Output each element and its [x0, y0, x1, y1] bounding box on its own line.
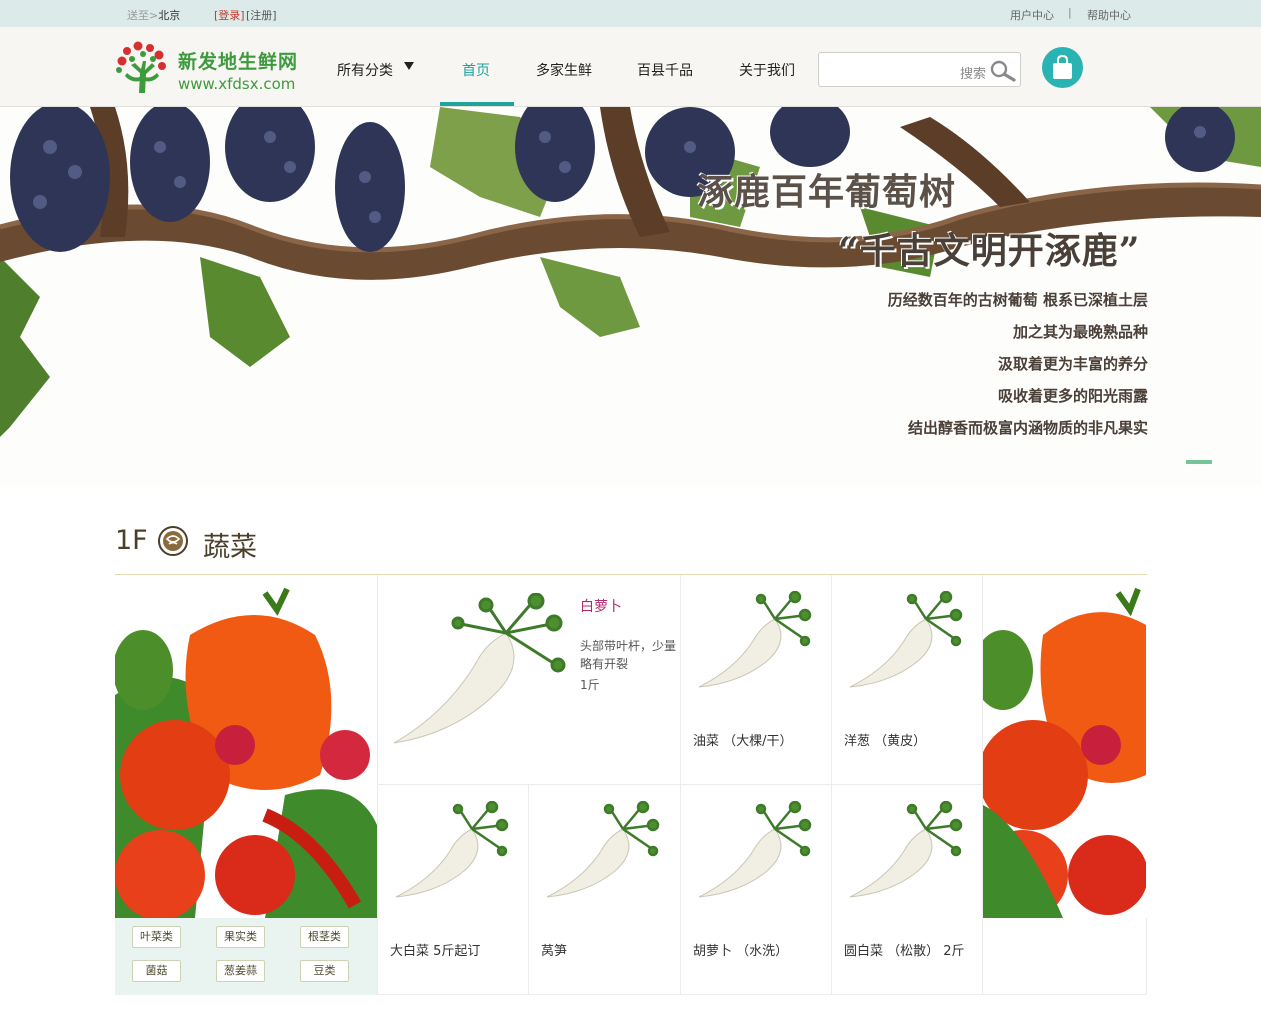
product-name[interactable]: 大白菜 5斤起订 — [390, 940, 480, 959]
slide-indicator[interactable] — [1186, 460, 1212, 464]
product-card[interactable]: 油菜 （大棵/干） — [681, 575, 832, 785]
topbar-separator: | — [1068, 6, 1072, 19]
product-image — [849, 801, 963, 898]
nav-multi-fresh[interactable]: 多家生鲜 — [536, 60, 592, 80]
banner-line: 吸收着更多的阳光雨露 — [997, 387, 1148, 405]
banner-title: 涿鹿百年葡萄树 — [697, 171, 957, 213]
search-label: 搜索 — [960, 67, 987, 82]
product-card[interactable]: 洋葱 （黄皮） — [832, 575, 983, 785]
product-card[interactable]: 胡萝卜 （水洗） — [681, 785, 832, 995]
search-box: 搜索 — [818, 52, 1021, 87]
tag-beans[interactable]: 豆类 — [300, 960, 349, 982]
floor-title: 蔬菜 — [203, 532, 257, 563]
banner-line: 结出醇香而极富内涵物质的非凡果实 — [907, 419, 1148, 437]
banner-line: 历经数百年的古树葡萄 根系已深植土层 — [887, 291, 1148, 309]
deliver-prefix: 送至> — [127, 9, 159, 22]
product-image — [849, 591, 963, 688]
logo-url[interactable]: www.xfdsx.com — [178, 75, 295, 93]
product-image — [698, 801, 812, 898]
vegetables-picture — [983, 575, 1146, 918]
featured-product-name[interactable]: 白萝卜 — [580, 596, 622, 616]
user-center-link[interactable]: 用户中心 — [1010, 7, 1054, 23]
help-center-link[interactable]: 帮助中心 — [1087, 7, 1131, 23]
tag-fruit-veg[interactable]: 果实类 — [216, 926, 265, 948]
category-tags: 叶菜类 果实类 根茎类 菌菇 葱姜蒜 豆类 — [115, 918, 377, 995]
product-name[interactable]: 莴笋 — [541, 940, 567, 959]
product-card[interactable]: 大白菜 5斤起订 — [377, 785, 529, 995]
nav-about-us[interactable]: 关于我们 — [739, 60, 795, 80]
vegetables-image[interactable] — [115, 575, 377, 918]
shopping-bag-icon — [1053, 54, 1072, 79]
floor-number: 1F — [115, 525, 148, 556]
logo-tree-icon[interactable] — [113, 39, 169, 95]
tag-root[interactable]: 根茎类 — [300, 926, 349, 948]
banner-subtitle: “千古文明开涿鹿” — [838, 230, 1141, 272]
featured-product-qty: 1斤 — [580, 678, 600, 692]
hero-banner[interactable]: 涿鹿百年葡萄树 “千古文明开涿鹿” 历经数百年的古树葡萄 根系已深植土层 加之其… — [0, 107, 1261, 487]
search-icon[interactable] — [990, 60, 1016, 82]
tag-mushroom[interactable]: 菌菇 — [132, 960, 181, 982]
deliver-location[interactable]: 送至>北京 — [127, 7, 180, 23]
cart-button[interactable] — [1042, 47, 1083, 88]
logo-name[interactable]: 新发地生鲜网 — [178, 47, 298, 74]
vegetables-picture — [115, 575, 377, 918]
empty-cell — [983, 918, 1147, 995]
search-input[interactable] — [825, 59, 955, 81]
chevron-down-icon[interactable] — [404, 62, 414, 70]
radish-image — [393, 593, 566, 744]
product-name[interactable]: 胡萝卜 （水洗） — [693, 940, 788, 959]
product-image — [546, 801, 660, 898]
product-card[interactable]: 莴笋 — [529, 785, 681, 995]
header: 新发地生鲜网 www.xfdsx.com 所有分类 首页 多家生鲜 百县千品 关… — [0, 27, 1261, 107]
vegetable-icon — [158, 526, 188, 556]
city-label: 北京 — [158, 9, 181, 22]
product-name[interactable]: 油菜 （大棵/干） — [693, 730, 793, 749]
nav-county-products[interactable]: 百县千品 — [637, 60, 693, 80]
login-link[interactable]: [登录] — [214, 7, 245, 23]
featured-product[interactable]: 白萝卜 头部带叶杆，少量略有开裂 1斤 — [377, 575, 681, 785]
tag-leafy[interactable]: 叶菜类 — [132, 926, 181, 948]
nav-home[interactable]: 首页 — [462, 60, 490, 80]
product-image — [698, 591, 812, 688]
featured-product-desc: 头部带叶杆，少量略有开裂 — [580, 639, 677, 671]
top-bar: 送至>北京 [登录] [注册] 用户中心 | 帮助中心 — [0, 0, 1261, 27]
product-image — [395, 801, 509, 898]
nav-all-categories[interactable]: 所有分类 — [337, 60, 393, 80]
tag-onion-ginger-garlic[interactable]: 葱姜蒜 — [216, 960, 265, 982]
product-name[interactable]: 洋葱 （黄皮） — [844, 730, 926, 749]
nav-active-indicator — [440, 102, 514, 106]
banner-line: 加之其为最晚熟品种 — [1012, 323, 1148, 341]
vegetables-image-right[interactable] — [983, 575, 1146, 918]
banner-line: 汲取着更为丰富的养分 — [997, 355, 1148, 373]
product-card[interactable]: 圆白菜 （松散） 2斤 — [832, 785, 983, 995]
product-name[interactable]: 圆白菜 （松散） 2斤 — [844, 940, 965, 959]
register-link[interactable]: [注册] — [246, 7, 277, 23]
